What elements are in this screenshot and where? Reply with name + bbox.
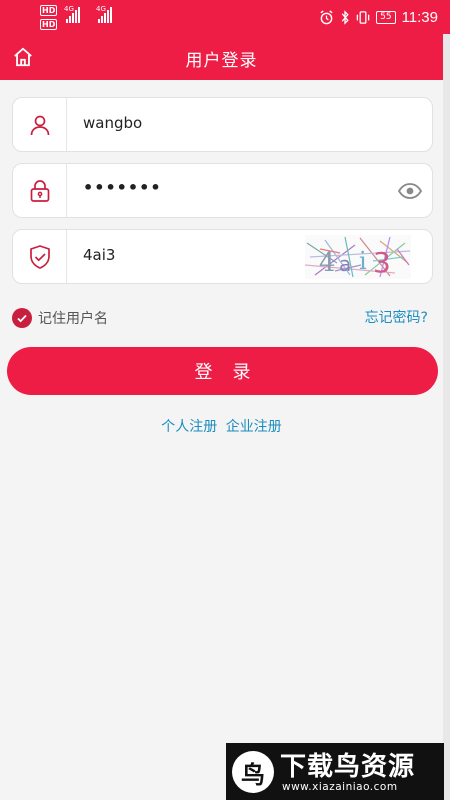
page-title: 用户登录 xyxy=(185,51,258,71)
signal-icon: 4G xyxy=(96,5,112,23)
alarm-icon xyxy=(320,9,333,24)
watermark-title: 下载鸟资源 xyxy=(280,752,416,782)
password-input[interactable]: ••••••• xyxy=(83,178,162,197)
watermark-url: www.xiazainiao.com xyxy=(282,781,398,793)
username-input[interactable]: wangbo xyxy=(83,114,142,132)
bird-logo-icon: 鸟 xyxy=(232,751,274,793)
signal-icon: 4G xyxy=(64,5,80,23)
eye-icon[interactable] xyxy=(398,182,422,200)
captcha-noise: 4 a i 3 xyxy=(305,236,411,279)
captcha-input[interactable]: 4ai3 xyxy=(83,246,115,264)
app-bar: 用户登录 xyxy=(0,34,443,80)
shield-check-icon xyxy=(29,244,50,269)
network-indicators: HD HD 4G 4G xyxy=(40,4,130,30)
clock: 11:39 xyxy=(401,8,438,26)
captcha-char: a xyxy=(339,252,351,276)
status-right: 55 11:39 xyxy=(319,6,438,28)
hd-badge: HD xyxy=(40,19,58,30)
network-type-label: 4G xyxy=(96,5,106,13)
vibrate-icon xyxy=(356,10,370,24)
captcha-image[interactable]: 4 a i 3 xyxy=(305,235,411,279)
lock-icon-box xyxy=(13,164,67,217)
lock-icon xyxy=(30,179,49,202)
username-field[interactable]: wangbo xyxy=(12,97,433,152)
forgot-password-link[interactable]: 忘记密码? xyxy=(365,307,428,327)
captcha-char: 3 xyxy=(373,246,391,279)
login-button[interactable]: 登录 xyxy=(7,347,438,395)
battery-icon: 55 xyxy=(376,10,396,24)
enterprise-register-link[interactable]: 企业注册 xyxy=(226,419,282,435)
hd-badge: HD xyxy=(40,5,58,16)
shield-icon-box xyxy=(13,230,67,283)
captcha-char: 4 xyxy=(319,248,336,278)
captcha-field[interactable]: 4ai3 4 a i 3 xyxy=(12,229,433,284)
site-watermark: 鸟 下载鸟资源 www.xiazainiao.com xyxy=(226,743,444,800)
user-icon xyxy=(30,115,49,135)
register-links: 个人注册 企业注册 xyxy=(0,416,443,436)
remember-username[interactable]: 记住用户名 xyxy=(12,306,108,330)
remember-label: 记住用户名 xyxy=(38,311,108,327)
password-field[interactable]: ••••••• xyxy=(12,163,433,218)
scrollbar[interactable] xyxy=(443,34,450,800)
status-bar: HD HD 4G 4G 55 11:39 xyxy=(0,0,450,34)
captcha-char: i xyxy=(359,247,367,275)
personal-register-link[interactable]: 个人注册 xyxy=(161,419,217,435)
network-type-label: 4G xyxy=(64,5,74,13)
check-icon[interactable] xyxy=(12,308,32,328)
user-icon-box xyxy=(13,98,67,151)
bluetooth-icon xyxy=(341,9,349,25)
